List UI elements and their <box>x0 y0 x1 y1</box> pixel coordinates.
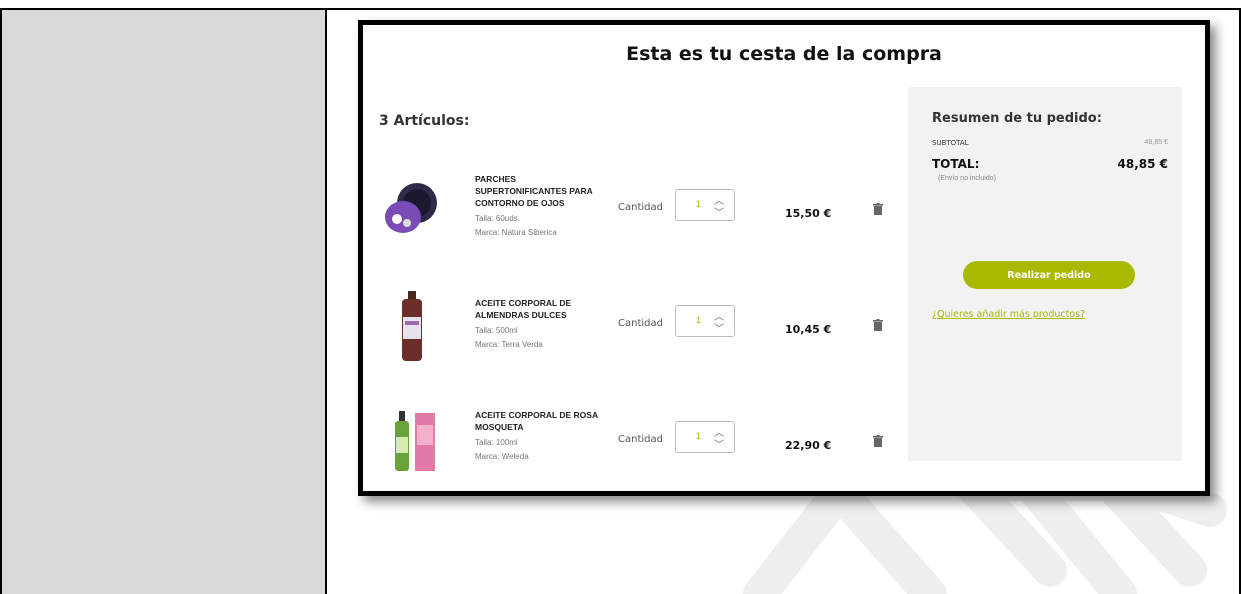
quantity-value[interactable]: 1 <box>696 315 701 325</box>
item-name[interactable]: ACEITE CORPORAL DE ROSA MOSQUETA <box>475 409 605 433</box>
trash-icon[interactable] <box>873 203 883 215</box>
quantity-stepper[interactable]: 1 ︿ ﹀ <box>675 305 735 337</box>
subtotal-value: 48,85 € <box>1144 139 1168 146</box>
quantity-stepper[interactable]: 1 ︿ ﹀ <box>675 189 735 221</box>
product-image-eye-patches[interactable] <box>381 179 441 249</box>
item-size: Talla: 500ml <box>475 326 518 335</box>
subtotal-label: SUBTOTAL <box>932 139 969 147</box>
chevron-down-icon[interactable]: ﹀ <box>714 320 724 335</box>
chevron-down-icon[interactable]: ﹀ <box>714 436 724 451</box>
item-price: 10,45 € <box>785 323 832 336</box>
quantity-value[interactable]: 1 <box>696 431 701 441</box>
quantity-value[interactable]: 1 <box>696 199 701 209</box>
chevron-down-icon[interactable]: ﹀ <box>714 204 724 219</box>
total-label: TOTAL: <box>932 157 980 171</box>
order-summary-panel: Resumen de tu pedido: SUBTOTAL 48,85 € T… <box>908 87 1182 461</box>
document-page: Esta es tu cesta de la compra 3 Artículo… <box>0 0 1241 594</box>
item-details: ACEITE CORPORAL DE ROSA MOSQUETA Talla: … <box>475 409 605 464</box>
item-price: 22,90 € <box>785 439 832 452</box>
item-details: ACEITE CORPORAL DE ALMENDRAS DULCES Tall… <box>475 297 605 352</box>
item-name[interactable]: PARCHES SUPERTONIFICANTES PARA CONTORNO … <box>475 173 605 209</box>
item-brand: Marca: Weleda <box>475 452 529 461</box>
item-size: Talla: 60uds. <box>475 214 520 223</box>
item-price: 15,50 € <box>785 207 832 220</box>
item-brand: Marca: Natura Siberica <box>475 228 557 237</box>
add-more-products-link[interactable]: ¿Quieres añadir más productos? <box>932 309 1085 320</box>
shipping-note: (Envío no incluido) <box>938 175 996 182</box>
quantity-label: Cantidad <box>618 202 663 213</box>
item-size: Talla: 100ml <box>475 438 518 447</box>
gray-sidebar-column <box>2 10 327 594</box>
item-name[interactable]: ACEITE CORPORAL DE ALMENDRAS DULCES <box>475 297 605 321</box>
items-count: 3 Artículos: <box>379 113 470 129</box>
cart-item: ACEITE CORPORAL DE ROSA MOSQUETA Talla: … <box>373 399 908 489</box>
place-order-button[interactable]: Realizar pedido <box>963 261 1135 289</box>
quantity-label: Cantidad <box>618 318 663 329</box>
page-title: Esta es tu cesta de la compra <box>626 43 942 65</box>
cart-item: ACEITE CORPORAL DE ALMENDRAS DULCES Tall… <box>373 283 908 373</box>
product-image-rosehip-oil[interactable] <box>381 407 441 477</box>
cart-item: PARCHES SUPERTONIFICANTES PARA CONTORNO … <box>373 165 908 255</box>
item-brand: Marca: Terra Verda <box>475 340 543 349</box>
trash-icon[interactable] <box>873 319 883 331</box>
quantity-label: Cantidad <box>618 434 663 445</box>
quantity-stepper[interactable]: 1 ︿ ﹀ <box>675 421 735 453</box>
total-value: 48,85 € <box>1117 157 1168 171</box>
item-details: PARCHES SUPERTONIFICANTES PARA CONTORNO … <box>475 173 605 240</box>
product-image-almond-oil[interactable] <box>381 291 441 361</box>
trash-icon[interactable] <box>873 435 883 447</box>
summary-title: Resumen de tu pedido: <box>932 111 1102 126</box>
cart-screenshot-card: Esta es tu cesta de la compra 3 Artículo… <box>358 20 1210 496</box>
